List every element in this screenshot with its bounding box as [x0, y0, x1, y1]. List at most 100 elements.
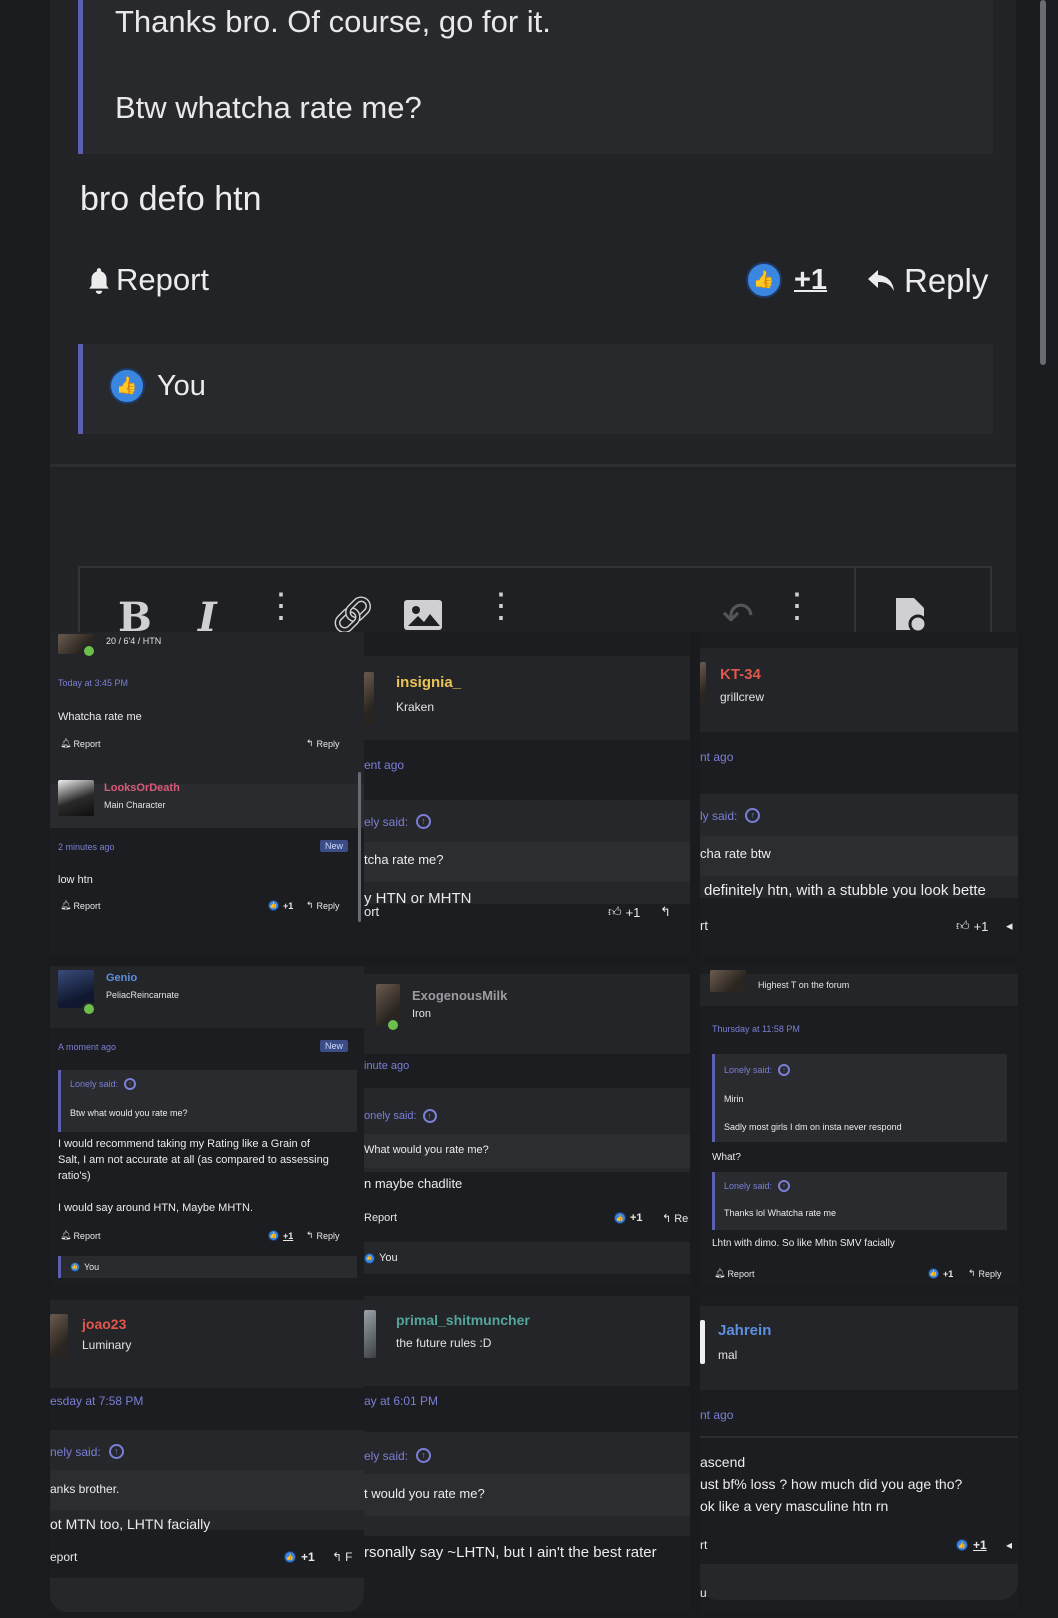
reply-button[interactable]: ↰ F	[332, 1550, 352, 1564]
post-time[interactable]: Thursday at 11:58 PM	[712, 1024, 800, 1034]
post-time[interactable]: ay at 6:01 PM	[364, 1394, 438, 1408]
username[interactable]: Jahrein	[718, 1322, 771, 1339]
arrow-up-circle-icon[interactable]: ↑	[416, 1448, 432, 1463]
reply-button[interactable]: ↰ Reply	[968, 1268, 1002, 1279]
arrow-up-circle-icon[interactable]: ↑	[778, 1064, 791, 1076]
like-button[interactable]: 👍 +1	[746, 262, 827, 298]
report-button[interactable]: 🔔︎ Report	[714, 1268, 754, 1279]
arrow-up-circle-icon[interactable]: ↑	[778, 1180, 791, 1192]
like-button[interactable]: 👍 +1	[268, 1230, 293, 1241]
arrow-up-circle-icon[interactable]: ↑	[108, 1444, 124, 1459]
like-button[interactable]: 👍 +1	[614, 1212, 643, 1224]
username[interactable]: primal_shitmuncher	[396, 1312, 530, 1328]
like-button[interactable]: 👍︎ +1	[956, 918, 988, 934]
post-time[interactable]: A moment ago	[58, 1042, 116, 1052]
reaction-list[interactable]	[58, 1256, 357, 1278]
avatar[interactable]	[710, 970, 746, 992]
username[interactable]: LooksOrDeath	[104, 782, 180, 794]
quote-attribution[interactable]: ly said: ↑	[700, 808, 761, 823]
user-title: Kraken	[396, 700, 435, 714]
post-time[interactable]: nt ago	[700, 1408, 733, 1422]
username[interactable]: KT-34	[720, 666, 761, 683]
like-count[interactable]: +1	[626, 905, 641, 920]
arrow-up-circle-icon[interactable]: ↑	[124, 1078, 137, 1090]
reply-button[interactable]: ◂	[1006, 918, 1013, 934]
reaction-user: You	[379, 1252, 398, 1264]
reply-button[interactable]: ↰ Reply	[306, 1230, 340, 1241]
like-count[interactable]: +1	[974, 919, 989, 934]
more-options-icon[interactable]: ⋮	[264, 586, 298, 626]
reaction-list[interactable]	[364, 1242, 690, 1274]
quote-attribution[interactable]: onely said: ↑	[364, 1109, 437, 1123]
more-options-icon[interactable]: ⋮	[780, 586, 814, 626]
like-button[interactable]: 👍 +1	[284, 1550, 315, 1564]
quote-attribution[interactable]: Lonely said: ↑	[70, 1078, 137, 1090]
report-button[interactable]: 🔔︎ Report	[60, 900, 100, 911]
reply-button[interactable]: ↰ Re	[662, 1212, 688, 1226]
report-button[interactable]: ort	[364, 904, 379, 919]
like-count[interactable]: +1	[283, 1231, 293, 1241]
like-button[interactable]: 👍 +1	[956, 1538, 987, 1552]
quote-attribution[interactable]: Lonely said: ↑	[724, 1180, 791, 1192]
like-count[interactable]: +1	[943, 1269, 953, 1279]
report-button[interactable]: rt	[700, 1538, 707, 1552]
avatar[interactable]	[700, 1320, 705, 1364]
quote-attribution[interactable]: ely said: ↑	[364, 814, 432, 829]
report-button[interactable]: rt	[700, 918, 708, 933]
quote-attribution[interactable]: ely said: ↑	[364, 1448, 432, 1463]
bold-icon[interactable]: B	[118, 594, 152, 632]
reply-arrow-icon: ↰	[306, 900, 314, 910]
avatar[interactable]	[58, 780, 94, 816]
reply-button[interactable]: ↰	[660, 904, 671, 920]
post-time[interactable]: Today at 3:45 PM	[58, 678, 128, 688]
post-time[interactable]: 2 minutes ago	[58, 842, 115, 852]
scrollbar-thumb[interactable]	[358, 772, 361, 922]
arrow-up-circle-icon[interactable]: ↑	[745, 808, 761, 823]
report-button[interactable]: 🔔︎ Report	[60, 738, 100, 749]
reaction-item[interactable]: 👍 You	[70, 1262, 99, 1272]
like-count[interactable]: +1	[973, 1538, 987, 1552]
reply-arrow-icon: ↰	[662, 1213, 672, 1225]
report-button[interactable]: 🔔︎ Report	[60, 1230, 100, 1241]
arrow-up-circle-icon[interactable]: ↑	[422, 1109, 437, 1123]
like-count[interactable]: +1	[630, 1212, 643, 1224]
image-icon[interactable]	[402, 594, 444, 632]
reaction-item[interactable]: 👍 You	[364, 1252, 398, 1264]
username[interactable]: ExogenousMilk	[412, 988, 507, 1003]
quote-attribution[interactable]: Lonely said: ↑	[724, 1064, 791, 1076]
link-icon[interactable]: 🔗︎	[330, 594, 376, 632]
username[interactable]: insignia_	[396, 674, 461, 691]
reaction-item[interactable]: 👍 You	[109, 368, 206, 404]
post-time[interactable]: ent ago	[364, 758, 404, 772]
like-button[interactable]: 👍 +1	[268, 900, 293, 911]
reply-button[interactable]: ↰ Reply	[306, 900, 340, 911]
username[interactable]: Genio	[106, 972, 137, 984]
reply-button[interactable]: Reply	[866, 262, 988, 300]
drafts-icon[interactable]	[892, 594, 928, 632]
reply-button[interactable]: ↰ Reply	[306, 738, 340, 749]
avatar[interactable]	[700, 662, 706, 706]
report-button[interactable]: Report	[364, 1212, 397, 1224]
like-button[interactable]: 👍︎ +1	[608, 904, 640, 920]
avatar[interactable]	[364, 1310, 376, 1358]
like-button[interactable]: 👍 +1	[928, 1268, 953, 1279]
username[interactable]: joao23	[82, 1316, 126, 1332]
post-time[interactable]: esday at 7:58 PM	[50, 1394, 143, 1408]
more-options-icon[interactable]: ⋮	[484, 586, 518, 626]
reaction-list[interactable]: 👍 You	[78, 344, 993, 434]
arrow-up-circle-icon[interactable]: ↑	[416, 814, 432, 829]
report-button[interactable]: Report	[86, 262, 209, 298]
reply-button[interactable]: ◂	[1006, 1538, 1012, 1552]
quote-attribution[interactable]: nely said: ↑	[50, 1444, 124, 1459]
scrollbar-thumb[interactable]	[1040, 0, 1046, 365]
like-count[interactable]: +1	[283, 901, 293, 911]
post-time[interactable]: inute ago	[364, 1060, 409, 1072]
post-time[interactable]: nt ago	[700, 750, 733, 764]
report-button[interactable]: eport	[50, 1550, 77, 1564]
like-count[interactable]: +1	[301, 1550, 315, 1564]
avatar[interactable]	[364, 672, 374, 724]
undo-icon[interactable]: ↶	[722, 594, 754, 632]
avatar[interactable]	[50, 1314, 68, 1358]
italic-icon[interactable]: I	[198, 594, 217, 632]
like-count[interactable]: +1	[794, 264, 827, 297]
